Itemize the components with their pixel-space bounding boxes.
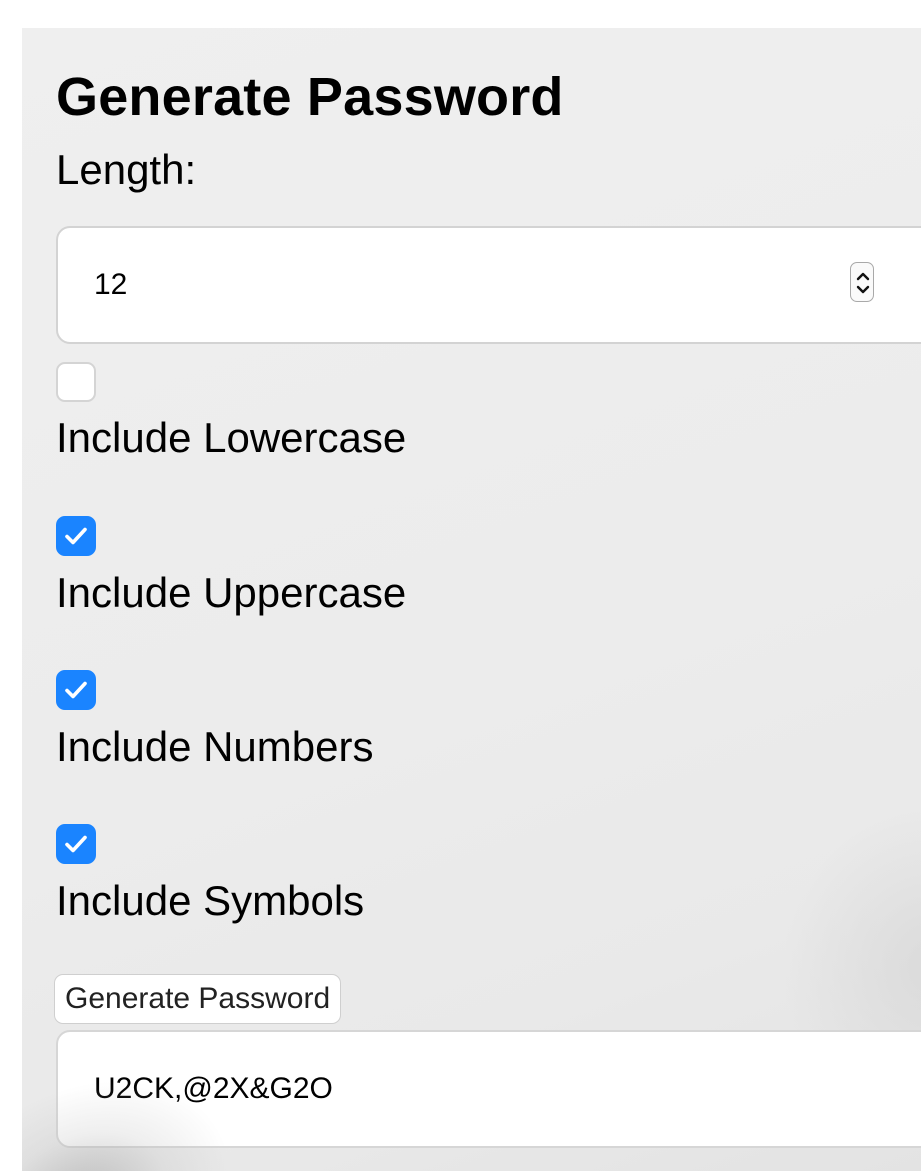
- checkmark-icon: [65, 681, 87, 699]
- checkmark-icon: [65, 835, 87, 853]
- include-numbers-label: Include Numbers: [56, 723, 374, 770]
- include-lowercase-label: Include Lowercase: [56, 414, 407, 461]
- length-number-input[interactable]: 12: [56, 226, 921, 344]
- include-numbers-checkbox[interactable]: [56, 670, 96, 710]
- checkmark-icon: [65, 527, 87, 545]
- include-uppercase-checkbox[interactable]: [56, 516, 96, 556]
- generated-password-value: U2CK,@2X&G2O: [94, 1072, 333, 1105]
- include-symbols-label: Include Symbols: [56, 877, 365, 924]
- include-lowercase-checkbox[interactable]: [56, 362, 96, 402]
- include-symbols-checkbox[interactable]: [56, 824, 96, 864]
- page-title: Generate Password: [56, 67, 564, 127]
- include-uppercase-label: Include Uppercase: [56, 569, 407, 616]
- length-stepper[interactable]: [850, 262, 874, 302]
- generate-password-button[interactable]: Generate Password: [54, 974, 342, 1024]
- stepper-chevrons-icon: [856, 272, 870, 294]
- password-output-field[interactable]: U2CK,@2X&G2O: [56, 1030, 921, 1148]
- length-label: Length:: [56, 146, 197, 193]
- password-generator-panel: Generate Password Length: 12 Include Low…: [22, 28, 921, 1171]
- length-value: 12: [94, 268, 128, 301]
